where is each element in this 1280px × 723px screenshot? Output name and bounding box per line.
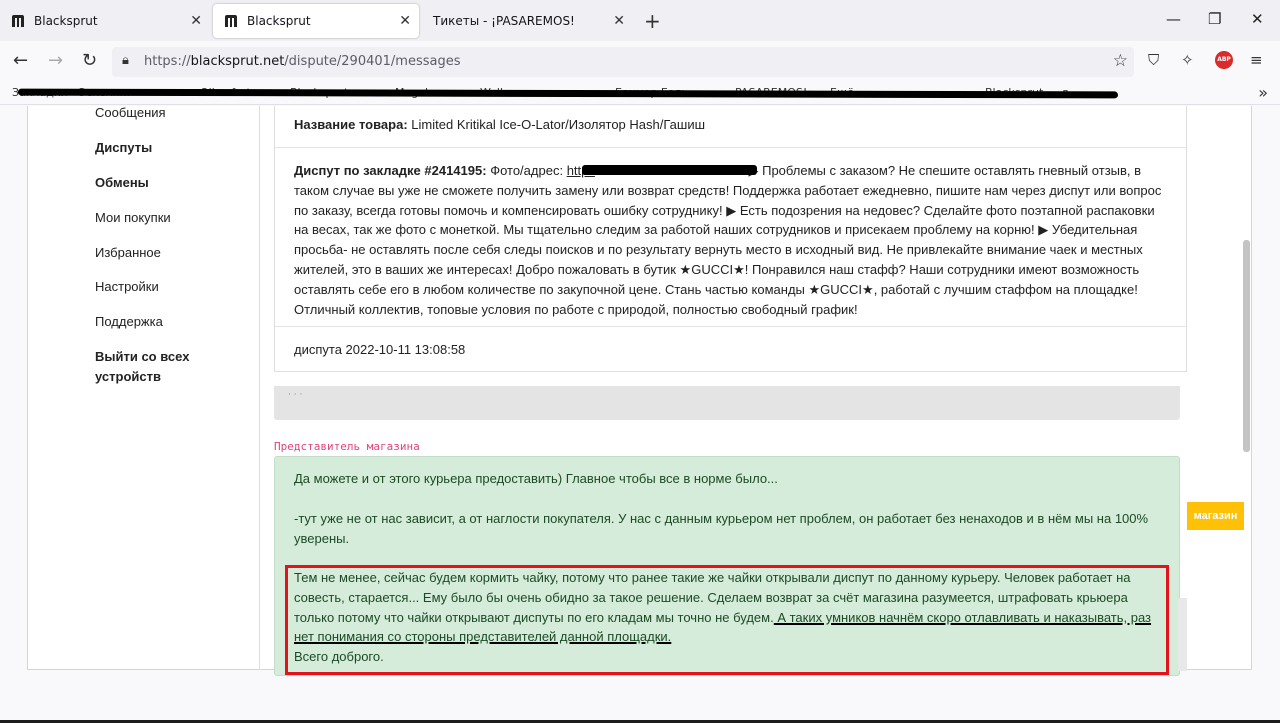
sidebar-item-logout-all[interactable]: Выйти со всех устройств bbox=[95, 347, 205, 387]
dispute-label: Диспут по закладке #2414195: bbox=[294, 163, 487, 178]
tab-blacksprut-1[interactable]: Blacksprut ✕ bbox=[0, 4, 210, 38]
previous-message-strip: · · · bbox=[274, 386, 1180, 420]
product-value: Limited Kritikal Ice-O-Lator/Изолятор Ha… bbox=[411, 117, 706, 132]
extension-icon[interactable]: ✧ bbox=[1181, 51, 1194, 69]
tab-close-icon[interactable]: ✕ bbox=[613, 13, 625, 29]
maximize-icon[interactable]: ❐ bbox=[1208, 10, 1221, 28]
close-window-icon[interactable]: ✕ bbox=[1251, 10, 1264, 28]
reload-icon[interactable]: ↻ bbox=[82, 50, 97, 71]
sidebar-item-support[interactable]: Поддержка bbox=[95, 312, 163, 332]
product-row: Название товара: Limited Kritikal Ice-O-… bbox=[275, 106, 1186, 148]
new-tab-icon[interactable]: + bbox=[644, 9, 661, 33]
message-paragraph-1: Да можете и от этого курьера предоставит… bbox=[294, 471, 778, 486]
dispute-description: ▶ Проблемы с заказом? Не спешите оставля… bbox=[294, 163, 1162, 317]
chevron-right-icon[interactable]: » bbox=[1258, 83, 1268, 102]
forward-icon[interactable]: → bbox=[48, 50, 63, 71]
tab-title: Blacksprut bbox=[247, 14, 311, 28]
message-author: Представитель магазина bbox=[274, 440, 420, 453]
shield-icon[interactable]: ⛉ bbox=[1148, 51, 1159, 69]
tab-blacksprut-2[interactable]: Blacksprut ✕ bbox=[213, 4, 419, 38]
address-bar[interactable]: 🔒︎ https://blacksprut.net/dispute/290401… bbox=[112, 47, 1134, 77]
inner-scrollbar[interactable] bbox=[1178, 598, 1187, 671]
adblock-icon[interactable]: ABP bbox=[1215, 51, 1233, 69]
blacksprut-logo-icon bbox=[225, 15, 237, 27]
url-text[interactable]: https://blacksprut.net/dispute/290401/me… bbox=[144, 54, 460, 69]
photo-label: Фото/адрес: bbox=[490, 163, 564, 178]
shop-badge: магазин bbox=[1187, 502, 1244, 530]
minimize-icon[interactable]: — bbox=[1166, 10, 1181, 28]
sidebar-item-disputes[interactable]: Диспуты bbox=[95, 138, 152, 158]
dispute-date-row: диспута 2022-10-11 13:08:58 bbox=[275, 327, 1186, 372]
highlight-box bbox=[285, 565, 1169, 675]
dispute-date: диспута 2022-10-11 13:08:58 bbox=[294, 342, 466, 357]
lock-icon: 🔒︎ bbox=[122, 53, 129, 68]
dispute-card: Название товара: Limited Kritikal Ice-O-… bbox=[274, 106, 1187, 372]
sidebar-item-exchanges[interactable]: Обмены bbox=[95, 173, 149, 193]
product-label: Название товара: bbox=[294, 117, 408, 132]
sidebar-item-favorites[interactable]: Избранное bbox=[95, 243, 161, 263]
tab-title: Тикеты - ¡PASAREMOS! bbox=[433, 14, 575, 28]
redaction-bar bbox=[582, 165, 757, 175]
tab-title: Blacksprut bbox=[34, 14, 98, 28]
tab-pasaremos[interactable]: Тикеты - ¡PASAREMOS! ✕ bbox=[423, 4, 633, 38]
url-prefix: https:// bbox=[144, 54, 191, 69]
message-paragraph-2: -тут уже не от нас зависит, а от наглост… bbox=[294, 511, 1149, 546]
tab-close-icon[interactable]: ✕ bbox=[190, 13, 202, 29]
navigation-bar: ← → ↻ 🔒︎ https://blacksprut.net/dispute/… bbox=[0, 41, 1280, 81]
faded-text: · · · bbox=[288, 390, 303, 400]
back-icon[interactable]: ← bbox=[13, 50, 28, 71]
bookmark-star-icon[interactable]: ☆ bbox=[1113, 51, 1128, 71]
sidebar: Сообщения Диспуты Обмены Мои покупки Изб… bbox=[28, 106, 260, 670]
sidebar-item-messages[interactable]: Сообщения bbox=[95, 106, 166, 123]
blacksprut-logo-icon bbox=[12, 15, 24, 27]
tab-close-icon[interactable]: ✕ bbox=[399, 13, 411, 29]
url-host: blacksprut.net bbox=[190, 54, 285, 69]
sidebar-item-settings[interactable]: Настройки bbox=[95, 277, 159, 297]
tab-strip: Blacksprut ✕ Blacksprut ✕ Тикеты - ¡PASA… bbox=[0, 0, 1280, 41]
sidebar-item-purchases[interactable]: Мои покупки bbox=[95, 208, 171, 228]
menu-icon[interactable]: ≡ bbox=[1250, 51, 1263, 69]
url-path: /dispute/290401/messages bbox=[284, 54, 461, 69]
scrollbar-thumb[interactable] bbox=[1243, 240, 1250, 452]
